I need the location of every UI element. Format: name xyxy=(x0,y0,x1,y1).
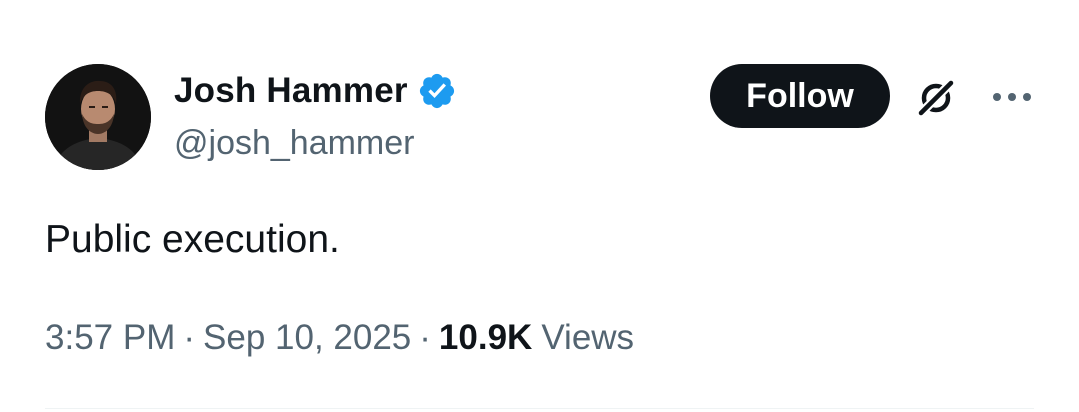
verified-badge-icon[interactable] xyxy=(417,71,457,111)
avatar-image xyxy=(45,64,151,170)
divider xyxy=(45,408,1034,409)
author-handle[interactable]: @josh_hammer xyxy=(174,124,415,163)
tweet-card: Josh Hammer @josh_hammer Follow Public e… xyxy=(0,0,1079,412)
tweet-text: Public execution. xyxy=(45,218,340,261)
more-options-icon[interactable] xyxy=(990,80,1034,114)
avatar[interactable] xyxy=(45,64,151,170)
meta-separator: · xyxy=(419,318,431,357)
follow-button[interactable]: Follow xyxy=(710,64,890,128)
author-name-row: Josh Hammer xyxy=(174,70,457,112)
tweet-metadata: 3:57 PM · Sep 10, 2025 · 10.9K Views xyxy=(45,318,634,358)
views-label[interactable]: Views xyxy=(541,318,634,358)
grok-icon[interactable] xyxy=(912,74,960,122)
author-display-name[interactable]: Josh Hammer xyxy=(174,71,408,111)
meta-separator: · xyxy=(183,318,196,357)
views-count[interactable]: 10.9K xyxy=(439,318,532,358)
tweet-date[interactable]: Sep 10, 2025 xyxy=(203,318,411,358)
tweet-time[interactable]: 3:57 PM xyxy=(45,318,175,358)
